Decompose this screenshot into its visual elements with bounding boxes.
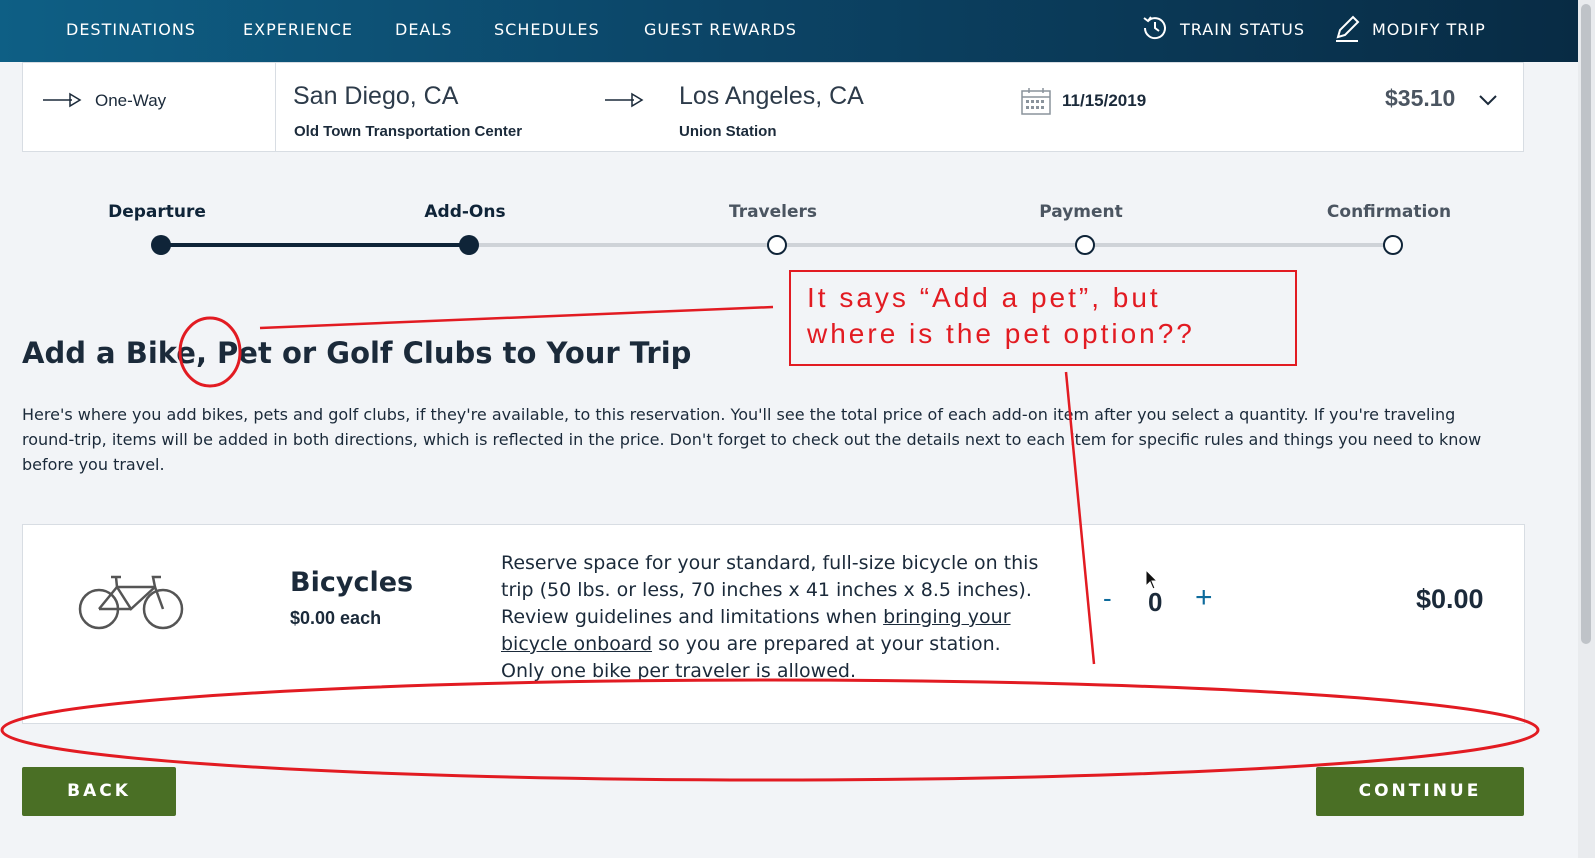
mouse-cursor-icon xyxy=(1145,569,1159,590)
step-dot-travelers xyxy=(767,235,787,255)
progress-line-remaining xyxy=(469,243,1393,247)
calendar-icon xyxy=(1021,88,1051,115)
addon-unit-price: $0.00 each xyxy=(290,608,382,628)
quantity-value[interactable]: 0 xyxy=(1148,587,1162,618)
trip-type: One-Way xyxy=(95,91,167,110)
addon-name: Bicycles xyxy=(290,567,414,598)
step-dot-confirmation xyxy=(1383,235,1403,255)
trip-date: 11/15/2019 xyxy=(1062,91,1147,110)
step-travelers: Travelers xyxy=(728,202,818,222)
origin-city: San Diego, CA xyxy=(293,82,459,110)
nav-schedules[interactable]: SCHEDULES xyxy=(494,20,600,39)
step-dot-payment xyxy=(1075,235,1095,255)
step-payment: Payment xyxy=(1039,202,1123,222)
nav-train-status[interactable]: TRAIN STATUS xyxy=(1180,20,1305,39)
nav-guest-rewards[interactable]: GUEST REWARDS xyxy=(644,20,797,39)
step-add-ons: Add-Ons xyxy=(424,202,506,222)
destination-station: Union Station xyxy=(679,123,777,140)
addon-description: Reserve space for your standard, full-si… xyxy=(501,550,1046,682)
annotation-callout: It says “Add a pet”, but where is the pe… xyxy=(789,270,1297,366)
step-confirmation: Confirmation xyxy=(1326,202,1452,222)
origin-station: Old Town Transportation Center xyxy=(294,123,523,140)
step-dot-departure xyxy=(151,235,171,255)
trip-summary-card: One-Way San Diego, CA Old Town Transport… xyxy=(22,62,1524,152)
clock-history-icon[interactable] xyxy=(1140,13,1170,43)
quantity-decrease-button[interactable]: - xyxy=(1103,583,1112,614)
pencil-icon[interactable] xyxy=(1332,13,1362,43)
nav-deals[interactable]: DEALS xyxy=(395,20,452,39)
progress-stepper: Departure Add-Ons Travelers Payment Conf… xyxy=(0,190,1578,270)
destination-city: Los Angeles, CA xyxy=(679,82,864,110)
scrollbar-thumb[interactable] xyxy=(1581,4,1591,644)
trip-divider xyxy=(275,63,276,151)
arrow-right-icon xyxy=(43,92,82,108)
step-departure: Departure xyxy=(108,202,206,222)
annotation-pointer-line xyxy=(259,305,774,330)
back-button[interactable]: BACK xyxy=(22,767,176,816)
annotation-line-1: It says “Add a pet”, but xyxy=(807,282,1161,313)
chevron-down-icon[interactable] xyxy=(1478,93,1498,107)
nav-experience[interactable]: EXPERIENCE xyxy=(243,20,353,39)
nav-modify-trip[interactable]: MODIFY TRIP xyxy=(1372,20,1486,39)
progress-line-complete xyxy=(161,243,469,247)
bicycle-icon xyxy=(78,575,184,630)
top-nav-bar: DESTINATIONS EXPERIENCE DEALS SCHEDULES … xyxy=(0,0,1578,62)
arrow-right-icon xyxy=(605,92,644,108)
continue-button[interactable]: CONTINUE xyxy=(1316,767,1524,816)
addon-card-bicycles: Bicycles $0.00 each Reserve space for yo… xyxy=(22,524,1525,724)
intro-text: Here's where you add bikes, pets and gol… xyxy=(22,405,1482,474)
page-title: Add a Bike, Pet or Golf Clubs to Your Tr… xyxy=(22,336,692,370)
trip-price[interactable]: $35.10 xyxy=(1385,85,1455,112)
annotation-line-2: where is the pet option?? xyxy=(807,318,1195,349)
addon-total: $0.00 xyxy=(1416,584,1484,614)
step-dot-add-ons xyxy=(459,235,479,255)
nav-destinations[interactable]: DESTINATIONS xyxy=(66,20,196,39)
quantity-increase-button[interactable]: + xyxy=(1195,581,1213,615)
